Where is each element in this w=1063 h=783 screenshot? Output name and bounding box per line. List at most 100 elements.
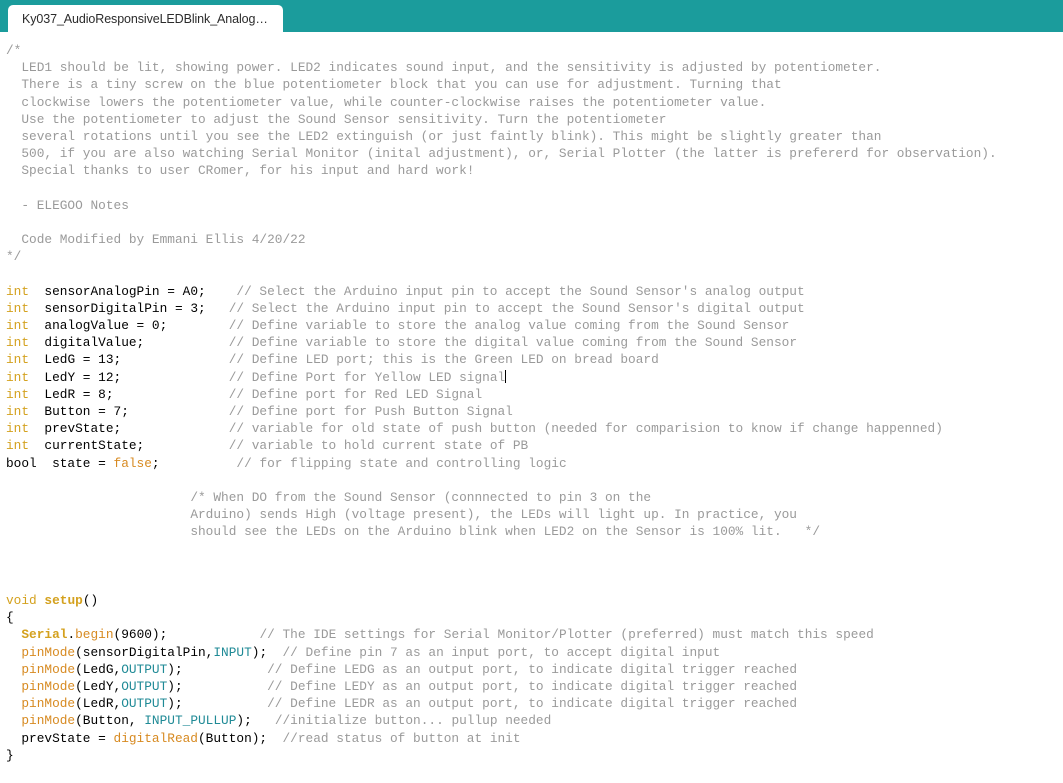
code-token-cm: several rotations until you see the LED2… xyxy=(6,128,882,144)
code-token-cst: OUTPUT xyxy=(121,696,168,712)
code-line[interactable]: /* xyxy=(6,42,1063,59)
code-token-cm: clockwise lowers the potentiometer value… xyxy=(6,94,767,110)
code-line[interactable]: - ELEGOO Notes xyxy=(6,197,1063,214)
code-token-cst: INPUT_PULLUP xyxy=(144,713,237,729)
code-token-pl: sensorDigitalPin = 3; xyxy=(29,300,229,316)
code-token-pl: . xyxy=(67,627,76,643)
code-token-pl: prevState; xyxy=(29,421,229,437)
code-line[interactable] xyxy=(6,558,1063,575)
code-line[interactable]: Serial.begin(9600); // The IDE settings … xyxy=(6,626,1063,643)
code-line[interactable] xyxy=(6,540,1063,557)
code-line[interactable]: clockwise lowers the potentiometer value… xyxy=(6,94,1063,111)
code-line[interactable]: int analogValue = 0; // Define variable … xyxy=(6,317,1063,334)
code-token-cm: // Define variable to store the analog v… xyxy=(228,318,790,333)
code-token-kw: void xyxy=(6,593,37,608)
code-token-pl: ); xyxy=(167,678,268,694)
code-token-kw: int xyxy=(6,352,30,368)
code-line[interactable]: int sensorAnalogPin = A0; // Select the … xyxy=(6,283,1063,300)
code-line[interactable]: } xyxy=(6,747,1063,764)
code-token-pl: ; xyxy=(151,455,237,471)
code-token-cm: // Define LED port; this is the Green LE… xyxy=(228,352,659,368)
code-line[interactable] xyxy=(6,575,1063,592)
code-token-pl: (LedG, xyxy=(75,661,122,677)
code-line[interactable]: int LedG = 13; // Define LED port; this … xyxy=(6,351,1063,368)
code-token-cm: // Select the Arduino input pin to accep… xyxy=(228,300,805,316)
editor-tab-label: Ky037_AudioResponsiveLEDBlink_Analog_ § xyxy=(22,11,269,26)
code-token-cm: */ xyxy=(6,249,22,265)
code-line[interactable] xyxy=(6,472,1063,489)
code-line[interactable]: int currentState; // variable to hold cu… xyxy=(6,437,1063,454)
code-line[interactable]: int sensorDigitalPin = 3; // Select the … xyxy=(6,300,1063,317)
code-token-kw: int xyxy=(6,300,30,316)
code-token-pl: currentState; xyxy=(29,438,229,454)
code-line[interactable] xyxy=(6,214,1063,231)
code-token-cm: // Select the Arduino input pin to accep… xyxy=(236,283,805,299)
code-line[interactable]: int digitalValue; // Define variable to … xyxy=(6,334,1063,351)
editor-tab-active[interactable]: Ky037_AudioResponsiveLEDBlink_Analog_ § xyxy=(8,5,283,32)
code-line[interactable]: /* When DO from the Sound Sensor (connne… xyxy=(6,489,1063,506)
code-token-cm: 500, if you are also watching Serial Mon… xyxy=(6,146,997,162)
code-token-pl: LedY = 12; xyxy=(29,369,229,385)
code-token-pl: (LedR, xyxy=(75,696,122,712)
code-token-cm: // for flipping state and controlling lo… xyxy=(236,455,567,471)
code-token-kwb: Serial xyxy=(21,627,68,643)
code-line[interactable]: int LedR = 8; // Define port for Red LED… xyxy=(6,386,1063,403)
code-token-kw: int xyxy=(6,421,30,437)
code-line[interactable]: pinMode(LedR,OUTPUT); // Define LEDR as … xyxy=(6,695,1063,712)
code-token-fn: pinMode xyxy=(21,678,76,694)
code-token-cm: // Define LEDG as an output port, to ind… xyxy=(267,661,798,677)
code-token-cm: LED1 should be lit, showing power. LED2 … xyxy=(6,60,882,76)
code-line[interactable]: pinMode(LedY,OUTPUT); // Define LEDY as … xyxy=(6,678,1063,695)
code-token-pl: digitalValue; xyxy=(29,335,229,351)
code-line[interactable] xyxy=(6,764,1063,781)
code-line[interactable]: should see the LEDs on the Arduino blink… xyxy=(6,523,1063,540)
code-line[interactable]: int Button = 7; // Define port for Push … xyxy=(6,403,1063,420)
code-line[interactable]: Code Modified by Emmani Ellis 4/20/22 xyxy=(6,231,1063,248)
code-line[interactable]: several rotations until you see the LED2… xyxy=(6,128,1063,145)
code-token-cm: There is a tiny screw on the blue potent… xyxy=(6,77,782,93)
code-token-cm: Use the potentiometer to adjust the Soun… xyxy=(6,111,667,127)
source-code-text[interactable]: /* LED1 should be lit, showing power. LE… xyxy=(0,42,1063,783)
code-token-kwb: setup xyxy=(44,593,83,608)
code-line[interactable]: int prevState; // variable for old state… xyxy=(6,420,1063,437)
code-line[interactable]: bool state = false; // for flipping stat… xyxy=(6,455,1063,472)
code-token-cm: //initialize button... pullup needed xyxy=(274,713,552,729)
code-line[interactable]: */ xyxy=(6,248,1063,265)
code-line[interactable]: Arduino) sends High (voltage present), t… xyxy=(6,506,1063,523)
code-line[interactable] xyxy=(6,265,1063,282)
code-token-cm: /* When DO from the Sound Sensor (connne… xyxy=(190,489,652,505)
code-token-pl: (Button, xyxy=(75,713,145,729)
code-line[interactable]: Special thanks to user CRomer, for his i… xyxy=(6,162,1063,179)
code-line[interactable]: pinMode(Button, INPUT_PULLUP); //initial… xyxy=(6,712,1063,729)
code-token-cst: OUTPUT xyxy=(121,661,168,677)
code-line[interactable]: int LedY = 12; // Define Port for Yellow… xyxy=(6,369,1063,386)
code-token-pl: (sensorDigitalPin, xyxy=(75,644,214,660)
code-editor-pane[interactable]: /* LED1 should be lit, showing power. LE… xyxy=(0,32,1063,783)
code-line[interactable] xyxy=(6,180,1063,197)
code-token-cm: //read status of button at init xyxy=(282,730,521,746)
code-token-pl: (LedY, xyxy=(75,678,122,694)
code-token-kw: int xyxy=(6,403,30,419)
code-line[interactable]: pinMode(LedG,OUTPUT); // Define LEDG as … xyxy=(6,661,1063,678)
code-line[interactable]: pinMode(sensorDigitalPin,INPUT); // Defi… xyxy=(6,644,1063,661)
code-line[interactable]: prevState = digitalRead(Button); //read … xyxy=(6,730,1063,747)
code-token-fn: begin xyxy=(75,627,114,643)
code-token-pl: analogValue = 0; xyxy=(29,318,229,333)
code-line[interactable]: There is a tiny screw on the blue potent… xyxy=(6,76,1063,93)
code-line[interactable]: { xyxy=(6,609,1063,626)
code-token-cm: Special thanks to user CRomer, for his i… xyxy=(6,163,475,179)
code-line[interactable]: void setup() xyxy=(6,592,1063,609)
code-line[interactable]: Use the potentiometer to adjust the Soun… xyxy=(6,111,1063,128)
code-line[interactable]: 500, if you are also watching Serial Mon… xyxy=(6,145,1063,162)
code-line[interactable]: LED1 should be lit, showing power. LED2 … xyxy=(6,59,1063,76)
code-token-cm: // Define variable to store the digital … xyxy=(228,335,797,351)
code-token-kw: int xyxy=(6,369,30,385)
code-token-cm: // variable to hold current state of PB xyxy=(228,438,529,454)
code-token-lit: false xyxy=(113,455,152,471)
